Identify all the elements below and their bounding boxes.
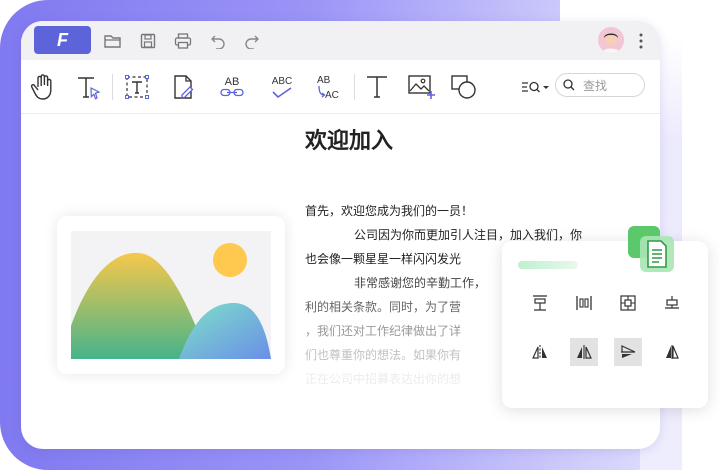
edit-page-icon[interactable] <box>167 71 199 103</box>
spell-check-label: ABC <box>271 75 293 87</box>
rotate-right-icon[interactable] <box>614 338 642 366</box>
svg-text:AC: AC <box>325 90 339 101</box>
document-line: 也会像一颗星星一样闪闪发光 <box>305 252 462 266</box>
flip-horizontal-active-icon[interactable] <box>570 338 598 366</box>
app-logo[interactable]: F <box>34 26 91 54</box>
panel-title-bar <box>518 261 578 269</box>
text-select-icon[interactable] <box>73 71 105 103</box>
document-line: 首先，欢迎您成为我们的一员！ <box>305 204 474 218</box>
landscape-image <box>71 231 271 359</box>
align-vcenter-icon[interactable] <box>570 289 598 317</box>
replace-text-label: AB <box>224 76 240 88</box>
convert-case-icon[interactable]: AB AC <box>312 71 344 103</box>
open-folder-icon[interactable] <box>103 31 123 51</box>
flip-vertical-icon[interactable] <box>658 338 686 366</box>
search-options-icon[interactable] <box>519 71 551 103</box>
hand-icon[interactable] <box>27 71 59 103</box>
toolbar-divider <box>112 74 113 100</box>
document-line: 非常感谢您的辛勤工作， <box>354 276 487 290</box>
align-center-icon[interactable] <box>614 289 642 317</box>
document-title: 欢迎加入 <box>305 129 394 154</box>
text-box-icon[interactable] <box>121 71 153 103</box>
document-icon <box>647 240 667 268</box>
user-avatar[interactable] <box>598 27 624 53</box>
replace-text-icon[interactable]: AB <box>216 71 248 103</box>
align-top-icon[interactable] <box>526 289 554 317</box>
spell-check-icon[interactable]: ABC <box>266 71 298 103</box>
image-card[interactable] <box>57 216 285 374</box>
toolbar-divider <box>354 74 355 100</box>
shapes-icon[interactable] <box>448 71 480 103</box>
logo-letter: F <box>57 29 68 50</box>
align-bottom-icon[interactable] <box>658 289 686 317</box>
title-bar: F <box>21 21 660 60</box>
document-line: ，我们还对工作纪律做出了详 <box>305 324 462 338</box>
alignment-panel <box>502 241 708 408</box>
toolbar: AB ABC AB AC 查找 <box>21 60 660 114</box>
flip-horizontal-icon[interactable] <box>526 338 554 366</box>
more-menu-icon[interactable] <box>635 31 647 51</box>
search-input[interactable]: 查找 <box>555 73 645 97</box>
print-icon[interactable] <box>173 31 193 51</box>
document-line: 们也尊重你的想法。如果你有 <box>305 348 462 362</box>
add-image-icon[interactable] <box>406 71 438 103</box>
search-placeholder: 查找 <box>583 79 608 93</box>
redo-icon[interactable] <box>242 31 262 51</box>
undo-icon[interactable] <box>208 31 228 51</box>
document-line: 利的相关条款。同时，为了营 <box>305 300 462 314</box>
svg-text:AB: AB <box>317 75 331 86</box>
search-icon <box>563 79 575 91</box>
document-badge[interactable] <box>628 226 674 272</box>
save-icon[interactable] <box>138 31 158 51</box>
text-icon[interactable] <box>361 71 393 103</box>
document-line: 正在公司中招募表达出你的想 <box>305 372 462 386</box>
